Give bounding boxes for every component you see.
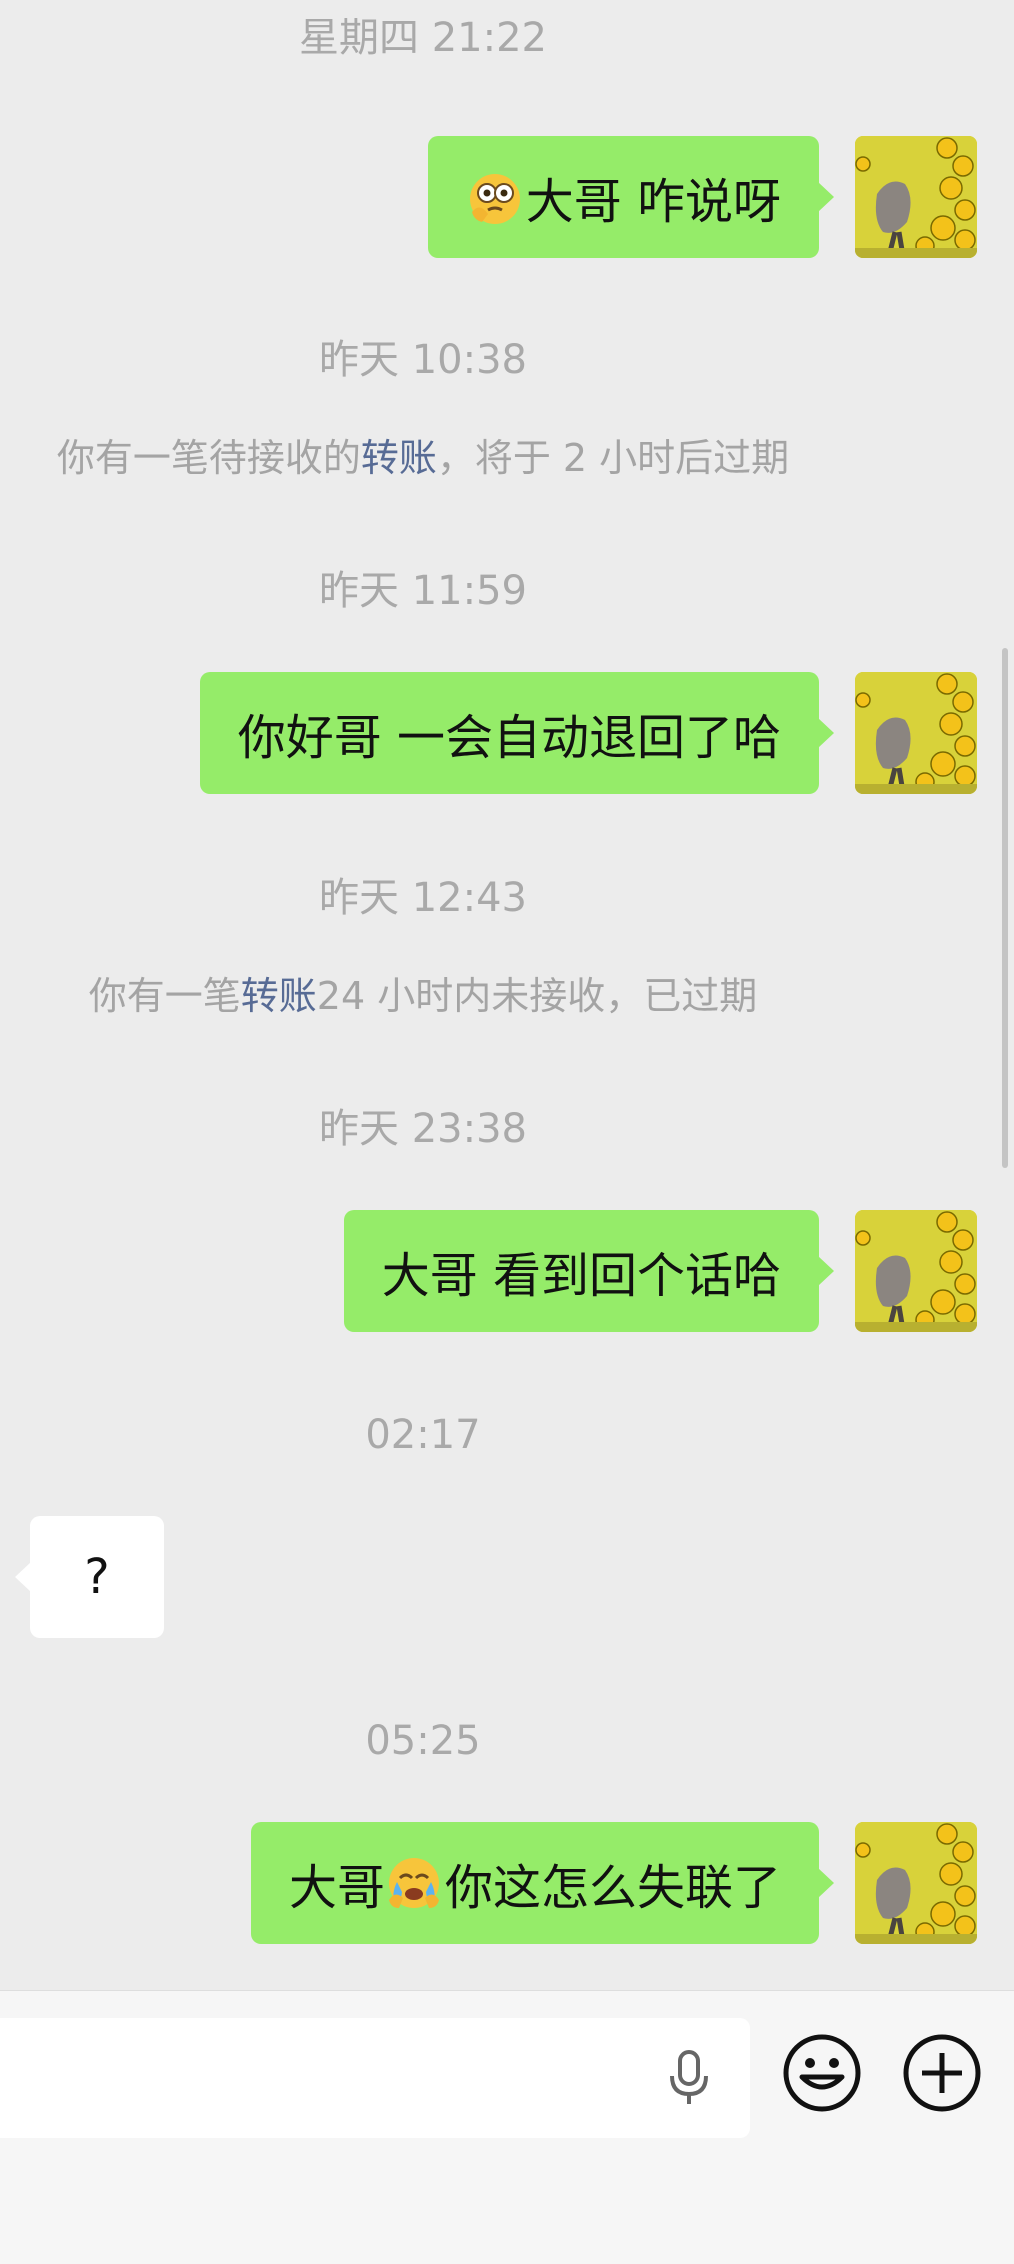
avatar[interactable] [855,1822,977,1944]
crying-face-emoji [385,1854,443,1912]
smiley-icon[interactable] [782,2033,862,2113]
avatar[interactable] [855,136,977,258]
avatar[interactable] [855,1210,977,1332]
timestamp: 昨天 11:59 [319,568,527,614]
plus-icon[interactable] [902,2033,982,2113]
message-text: 大哥 咋说呀 [525,174,781,230]
received-message-bubble[interactable]: ? [15,1516,164,1638]
system-notice-text: ，将于 2 小时后过期 [436,436,790,480]
scrollbar[interactable] [1002,648,1008,1168]
system-notice-text: 你有一笔 [88,974,241,1018]
message-input[interactable] [0,2018,750,2138]
system-notice-text: 24 小时内未接收，已过期 [316,974,758,1018]
sent-message-bubble[interactable]: 大哥 咋说呀 [427,136,835,258]
message-text: ? [84,1549,110,1605]
system-notice-text: 你有一笔待接收的 [56,436,361,480]
microphone-icon[interactable] [664,2048,714,2108]
input-bar [0,1990,1014,2264]
sent-message-bubble[interactable]: 大哥 你这怎么失联了 [250,1822,835,1944]
timestamp: 02:17 [365,1412,481,1458]
transfer-link[interactable]: 转账 [241,974,317,1018]
sent-message-bubble[interactable]: 大哥 看到回个话哈 [343,1210,835,1332]
chat-area[interactable]: 星期四 21:22 大哥 咋说呀 昨天 10:38 你有一笔待接收的转账，将于 … [0,0,1014,1990]
avatar[interactable] [855,672,977,794]
system-notice: 你有一笔待接收的转账，将于 2 小时后过期 [0,428,846,488]
message-text: 大哥 看到回个话哈 [381,1248,781,1304]
message-text: 大哥 [288,1860,385,1916]
message-text: 你这怎么失联了 [444,1860,781,1916]
transfer-link[interactable]: 转账 [361,436,437,480]
system-notice: 你有一笔转账24 小时内未接收，已过期 [0,966,846,1026]
timestamp: 昨天 23:38 [319,1106,527,1152]
monocle-face-emoji [466,168,524,226]
timestamp: 05:25 [365,1718,481,1764]
timestamp: 昨天 12:43 [319,875,527,921]
timestamp: 昨天 10:38 [319,337,527,383]
sent-message-bubble[interactable]: 你好哥 一会自动退回了哈 [199,672,835,794]
message-text: 你好哥 一会自动退回了哈 [237,710,781,766]
timestamp: 星期四 21:22 [299,15,547,61]
